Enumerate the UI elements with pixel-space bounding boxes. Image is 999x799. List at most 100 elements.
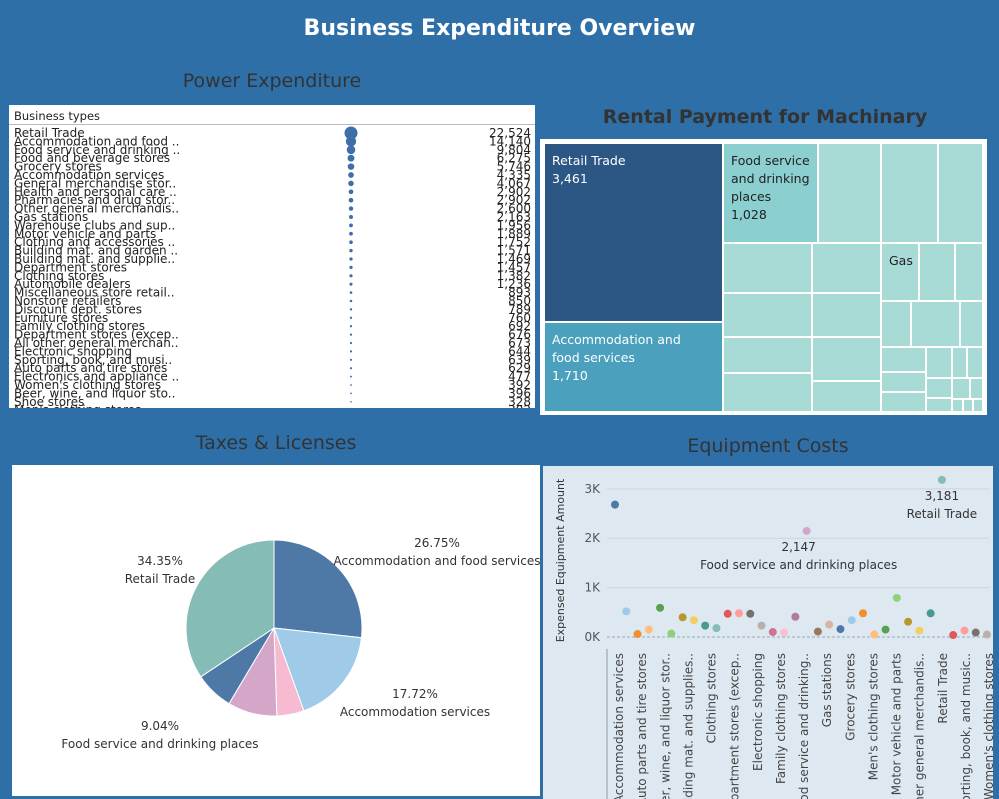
treemap-tile-food-service[interactable]: Food service and drinking places 1,028 (723, 143, 818, 243)
treemap-tile[interactable] (881, 347, 926, 372)
power-dot[interactable] (349, 358, 353, 361)
equipment-point[interactable] (678, 613, 687, 622)
power-dot[interactable] (350, 375, 352, 378)
treemap-tile-retail-trade[interactable]: Retail Trade 3,461 (544, 143, 723, 322)
equipment-point[interactable] (757, 621, 766, 630)
power-dot[interactable] (349, 291, 353, 294)
power-dot[interactable] (348, 197, 354, 203)
treemap-tile[interactable] (812, 381, 881, 412)
equipment-point[interactable] (870, 630, 879, 639)
equipment-point[interactable] (949, 631, 958, 640)
treemap-tile[interactable] (955, 243, 983, 301)
treemap-tile[interactable] (881, 372, 926, 392)
treemap-tile[interactable] (926, 347, 952, 378)
treemap-tile[interactable] (812, 337, 881, 381)
equipment-point[interactable] (836, 625, 845, 634)
treemap-tile[interactable] (818, 143, 881, 243)
power-dot[interactable] (349, 282, 353, 286)
power-dot[interactable] (347, 163, 355, 170)
treemap-tile[interactable] (812, 243, 881, 293)
power-dot[interactable] (349, 265, 353, 270)
power-dot[interactable] (350, 384, 352, 386)
equipment-point[interactable] (791, 612, 800, 621)
power-dot[interactable] (348, 180, 354, 187)
equipment-point[interactable] (937, 475, 946, 484)
power-dot[interactable] (348, 206, 354, 211)
equipment-point[interactable] (802, 526, 811, 535)
power-dot[interactable] (349, 231, 353, 236)
power-dot[interactable] (349, 333, 353, 336)
treemap-tile[interactable] (723, 293, 812, 337)
treemap-tile[interactable] (911, 301, 960, 347)
equipment-point[interactable] (859, 609, 867, 618)
power-dot[interactable] (349, 240, 353, 245)
equipment-point[interactable] (983, 630, 991, 639)
treemap-tile[interactable] (926, 378, 952, 398)
power-dot[interactable] (349, 316, 353, 319)
treemap-tile[interactable] (963, 399, 973, 412)
treemap-tile[interactable] (881, 143, 938, 243)
equipment-point[interactable] (622, 607, 631, 616)
treemap-tile[interactable] (881, 392, 926, 412)
equipment-point[interactable] (892, 593, 901, 602)
power-dot[interactable] (349, 350, 353, 353)
treemap-tile-gas[interactable]: Gas (881, 243, 919, 301)
equipment-point[interactable] (960, 626, 969, 635)
treemap-tile[interactable] (812, 293, 881, 337)
power-row-label: Men's clothing stores (14, 403, 141, 408)
treemap-tile[interactable] (973, 399, 983, 412)
equipment-point[interactable] (825, 620, 834, 629)
equipment-point[interactable] (780, 628, 789, 637)
power-dot[interactable] (349, 299, 353, 303)
treemap-tile[interactable] (938, 143, 983, 243)
power-dot[interactable] (350, 401, 352, 403)
equipment-point[interactable] (689, 616, 698, 625)
power-dot[interactable] (348, 214, 354, 220)
treemap-tile[interactable] (723, 373, 812, 412)
equipment-point[interactable] (712, 624, 721, 633)
equipment-point[interactable] (644, 625, 653, 634)
treemap-tile[interactable] (952, 399, 963, 412)
power-dot[interactable] (349, 367, 353, 370)
treemap-tile[interactable] (960, 301, 983, 347)
equipment-point[interactable] (768, 628, 777, 637)
power-dot[interactable] (349, 257, 353, 261)
treemap-tile[interactable] (723, 337, 812, 373)
equipment-point[interactable] (746, 609, 755, 618)
power-dot[interactable] (349, 325, 353, 328)
treemap-tile[interactable] (919, 243, 955, 301)
treemap-tile[interactable] (723, 243, 812, 293)
power-dot[interactable] (350, 392, 352, 395)
equipment-point[interactable] (701, 621, 710, 630)
power-dot[interactable] (349, 274, 353, 278)
treemap-tile[interactable] (952, 347, 967, 378)
power-dot[interactable] (349, 308, 353, 311)
power-dot[interactable] (347, 154, 355, 162)
power-dot[interactable] (348, 189, 354, 195)
treemap-tile-accommodation-food[interactable]: Accommodation and food services 1,710 (544, 322, 723, 412)
equipment-point[interactable] (633, 630, 642, 639)
power-dot[interactable] (349, 223, 353, 228)
equipment-point[interactable] (667, 629, 676, 638)
power-dot[interactable] (346, 145, 356, 155)
equipment-point[interactable] (926, 609, 935, 618)
equipment-point[interactable] (915, 626, 924, 635)
treemap-tile[interactable] (881, 301, 911, 347)
equipment-point[interactable] (813, 627, 822, 636)
equipment-point[interactable] (881, 625, 890, 634)
equipment-point[interactable] (904, 617, 913, 626)
equipment-point[interactable] (611, 500, 619, 509)
equipment-point[interactable] (971, 628, 980, 637)
power-dot[interactable] (348, 172, 354, 178)
power-dot[interactable] (349, 341, 353, 345)
treemap-tile[interactable] (970, 378, 983, 399)
equipment-point[interactable] (735, 609, 743, 618)
power-dot[interactable] (349, 248, 353, 253)
treemap-tile[interactable] (952, 378, 970, 399)
equipment-point[interactable] (847, 616, 856, 625)
treemap-tile[interactable] (926, 398, 952, 412)
power-dot[interactable] (345, 136, 357, 147)
equipment-point[interactable] (723, 609, 732, 618)
equipment-point[interactable] (656, 603, 665, 612)
treemap-tile[interactable] (967, 347, 983, 378)
